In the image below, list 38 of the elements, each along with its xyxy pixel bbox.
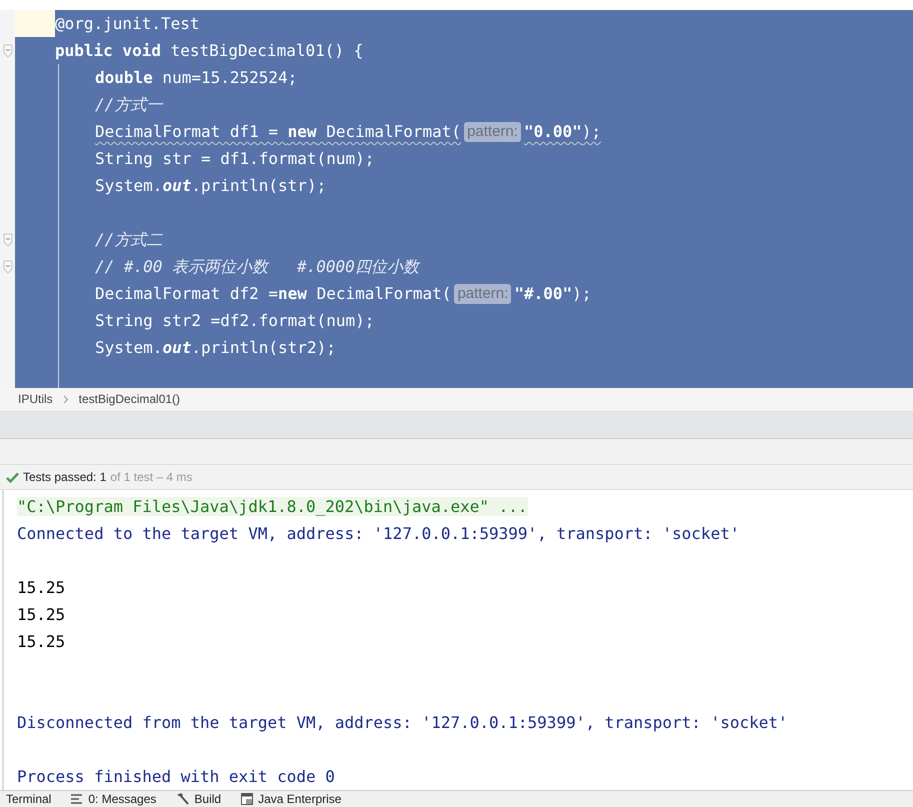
tool-window-tab[interactable]: 0: Messages — [71, 792, 156, 806]
code-line: public void testBigDecimal01() { — [55, 40, 364, 62]
console-line: Disconnected from the target VM, address: '127.0.0.1:59399', transport: 'socket' — [17, 712, 788, 732]
code-text: "#.00"); — [514, 283, 592, 305]
code-comment: // #.00 表示两位小数 #.0000四位小数 — [95, 256, 419, 278]
tool-window-tab[interactable]: Java Enterprise — [241, 792, 342, 806]
chevron-icon — [62, 394, 69, 404]
hammer-icon — [176, 792, 190, 806]
code-comment: //方式二 — [95, 229, 162, 251]
code-line: String str = df1.format(num); — [95, 148, 374, 170]
tool-window-tab[interactable]: Terminal — [6, 792, 52, 806]
fold-icon[interactable] — [2, 260, 12, 274]
console-line: 15.25 — [17, 632, 66, 651]
code-text: "0.00"); — [524, 121, 601, 143]
code-line: String str2 =df2.format(num); — [95, 310, 374, 332]
code-line: @org.junit.Test — [55, 13, 200, 35]
code-line: System.out.println(str2); — [95, 337, 336, 359]
test-detail: of 1 test – 4 ms — [110, 470, 192, 484]
list-icon — [71, 794, 84, 804]
console-line: Connected to the target VM, address: '127.0.0.1:59399', transport: 'socket' — [17, 524, 740, 543]
code-text: DecimalFormat df1 = new DecimalFormat( — [95, 121, 462, 143]
check-icon — [6, 472, 19, 483]
breadcrumb-item[interactable]: testBigDecimal01() — [78, 392, 180, 406]
breadcrumb-item[interactable]: IPUtils — [18, 392, 53, 406]
code-text: DecimalFormat df2 =new DecimalFormat( — [95, 283, 452, 305]
console-line: Process finished with exit code 0 — [17, 766, 335, 786]
window-icon — [241, 792, 254, 805]
fold-icon[interactable] — [2, 232, 12, 246]
console-line: 15.25 — [17, 578, 66, 597]
parameter-hint: pattern: — [454, 284, 512, 304]
console-line: 15.25 — [17, 604, 66, 624]
code-line: System.out.println(str); — [95, 175, 326, 197]
code-line: double num=15.252524; — [95, 67, 298, 89]
parameter-hint: pattern: — [464, 122, 521, 142]
test-status: Tests passed: 1 — [23, 470, 106, 484]
tool-window-tab[interactable]: Build — [176, 792, 222, 806]
code-comment: //方式一 — [95, 94, 162, 116]
fold-icon[interactable] — [2, 44, 12, 58]
